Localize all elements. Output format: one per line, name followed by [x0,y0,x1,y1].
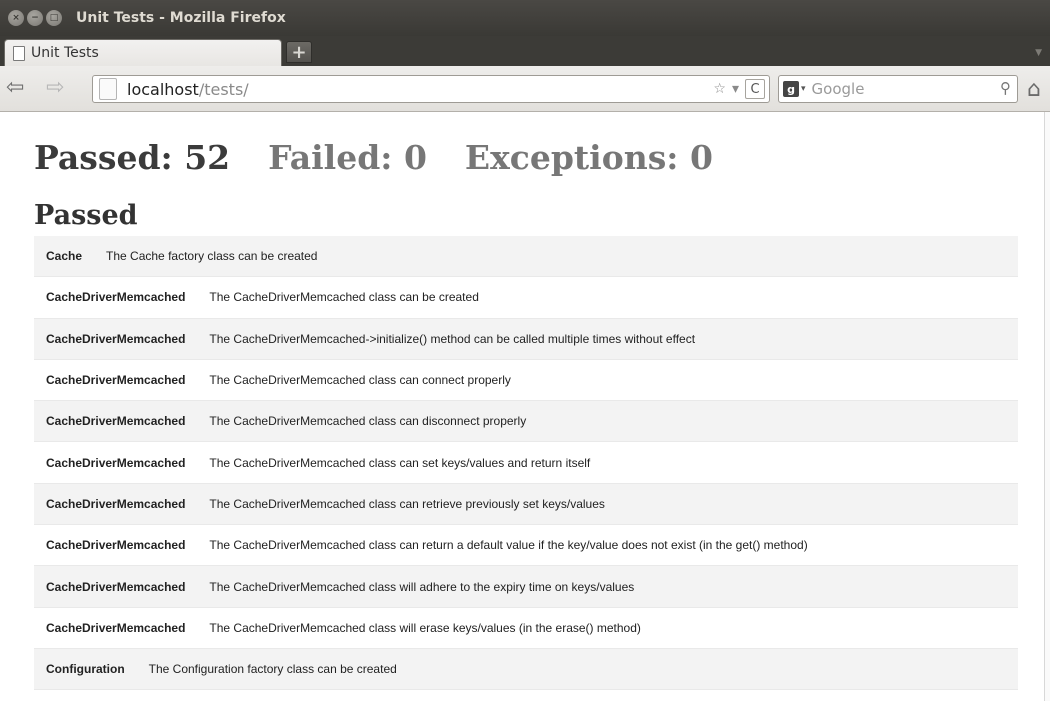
window-title: Unit Tests - Mozilla Firefox [76,10,286,26]
home-button[interactable]: ⌂ [1027,77,1041,102]
passed-count: Passed: 52 [34,138,231,177]
url-text[interactable]: localhost/tests/ [127,80,249,99]
table-row: CacheDriverMemcached The CacheDriverMemca… [34,483,1018,526]
table-row: Cache The Cache factory class can be crea… [34,236,1018,278]
table-row: Configuration The Configuration factory c… [34,648,1018,691]
test-description: The CacheDriverMemcached class can set k… [209,455,591,470]
url-host: localhost [127,79,199,99]
table-row: CacheDriverMemcached The CacheDriverMemca… [34,359,1018,402]
maximize-icon: □ [49,12,59,23]
test-description: The CacheDriverMemcached class can retri… [209,496,605,511]
test-class-name: CacheDriverMemcached [46,496,186,511]
test-class-name: CacheDriverMemcached [46,414,186,429]
minimize-window-button[interactable]: − [27,10,43,26]
table-row: CacheDriverMemcached The CacheDriverMemca… [34,442,1018,484]
test-class-name: CacheDriverMemcached [46,579,186,594]
google-engine-icon: g [783,81,799,97]
test-description: The CacheDriverMemcached class can retur… [209,538,808,553]
engine-dropdown-icon: ▾ [801,84,806,94]
tab-list-arrow-icon[interactable]: ▼ [1035,48,1042,58]
table-row: CacheDriverMemcached The CacheDriverMemca… [34,277,1018,319]
minimize-icon: − [31,12,39,23]
url-path: /tests/ [198,79,249,99]
search-engine-selector[interactable]: g ▾ [783,81,806,97]
test-class-name: CacheDriverMemcached [46,538,186,553]
window-titlebar: × − □ Unit Tests - Mozilla Firefox [0,0,1050,36]
table-row: CacheDriverMemcached The CacheDriverMemca… [34,566,1018,608]
passed-section-heading: Passed [34,200,138,231]
test-description: The CacheDriverMemcached->initialize() m… [209,331,696,346]
document-icon [13,45,25,61]
test-class-name: CacheDriverMemcached [46,373,186,388]
test-description: The CacheDriverMemcached class can be cr… [209,290,479,305]
close-icon: × [12,12,20,23]
reload-button[interactable]: C [745,79,765,99]
tab-unit-tests[interactable]: Unit Tests [4,39,282,66]
bookmark-star-icon[interactable]: ☆ [713,81,726,97]
test-description: The CacheDriverMemcached class will adhe… [209,579,635,594]
table-row: CacheDriverMemcached The CacheDriverMemca… [34,318,1018,360]
table-row: CacheDriverMemcached The CacheDriverMemca… [34,401,1018,443]
test-summary: Passed: 52 Failed: 0 Exceptions: 0 [34,138,713,177]
failed-count: Failed: 0 [268,138,427,177]
table-row: CacheDriverMemcached The CacheDriverMemca… [34,525,1018,567]
window-controls: × − □ [8,10,62,26]
results-table: Cache The Cache factory class can be crea… [34,236,1018,691]
search-icon[interactable]: ⚲ [1000,79,1011,97]
url-history-dropdown-icon[interactable]: ▾ [732,81,739,97]
test-description: The CacheDriverMemcached class can disco… [209,414,527,429]
url-tools: ☆ ▾ C [713,79,765,99]
new-tab-button[interactable]: + [286,41,312,63]
test-description: The CacheDriverMemcached class can conne… [209,373,511,388]
test-class-name: CacheDriverMemcached [46,455,186,470]
test-class-name: Configuration [46,662,125,677]
reload-icon: C [750,81,760,97]
page-content: Passed: 52 Failed: 0 Exceptions: 0 Passe… [0,112,1050,701]
back-button[interactable]: ⇦ [6,75,25,100]
tab-strip: Unit Tests + ▼ [0,36,1050,66]
test-description: The Cache factory class can be created [106,249,318,264]
table-row: CacheDriverMemcached The CacheDriverMemca… [34,607,1018,649]
tab-label: Unit Tests [31,45,99,61]
test-class-name: CacheDriverMemcached [46,331,186,346]
page-document-icon [99,78,117,100]
test-description: The Configuration factory class can be c… [148,662,397,677]
forward-button[interactable]: ⇨ [46,75,65,100]
search-input[interactable]: Google [812,80,865,98]
search-bar[interactable]: g ▾ Google ⚲ [778,75,1018,103]
home-icon: ⌂ [1027,77,1041,102]
scrollbar[interactable] [1044,112,1050,701]
navigation-toolbar: ⇦ ⇨ localhost/tests/ ☆ ▾ C g ▾ Google ⚲ … [0,66,1050,112]
exceptions-count: Exceptions: 0 [464,138,713,177]
back-arrow-icon: ⇦ [6,75,25,100]
url-bar[interactable]: localhost/tests/ ☆ ▾ C [92,75,770,103]
forward-arrow-icon: ⇨ [46,75,65,100]
plus-icon: + [291,41,307,63]
test-class-name: CacheDriverMemcached [46,290,186,305]
maximize-window-button[interactable]: □ [46,10,62,26]
test-description: The CacheDriverMemcached class will eras… [209,620,641,635]
test-class-name: Cache [46,249,83,264]
close-window-button[interactable]: × [8,10,24,26]
test-class-name: CacheDriverMemcached [46,620,186,635]
